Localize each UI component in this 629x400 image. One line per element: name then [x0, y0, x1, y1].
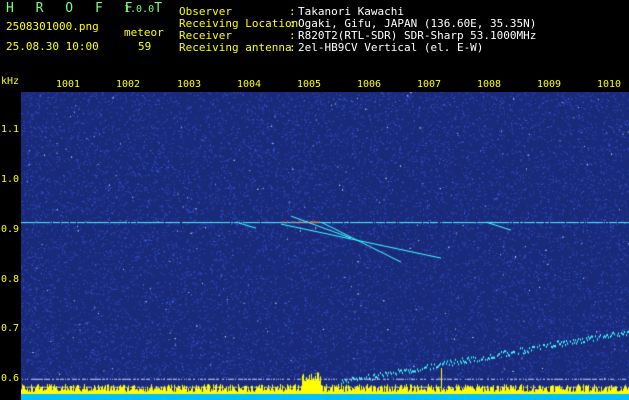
filename: 2508301000.png: [6, 20, 99, 33]
antenna-sep: :: [289, 41, 296, 54]
antenna-value: 2el-HB9CV Vertical (el. E-W): [298, 41, 484, 54]
meteor-label: meteor: [124, 26, 164, 39]
x-tick-label: 1009: [536, 79, 562, 90]
x-tick-label: 1003: [176, 79, 202, 90]
x-tick-label: 1007: [416, 79, 442, 90]
hroft-window: H R O F F T 1.0.0 2508301000.png 25.08.3…: [0, 0, 629, 400]
y-tick-label: 0.8: [1, 274, 20, 285]
x-tick-label: 1010: [596, 79, 622, 90]
x-tick-label: 1002: [115, 79, 141, 90]
y-axis-label: kHz: [1, 76, 20, 87]
y-tick-label: 1.0: [1, 174, 20, 185]
meteor-count: 59: [138, 40, 152, 53]
x-tick-label: 1001: [55, 79, 81, 90]
x-tick-label: 1005: [296, 79, 322, 90]
x-tick-label: 1008: [476, 79, 502, 90]
y-tick-label: 1.1: [1, 124, 20, 135]
antenna-label: Receiving antenna: [179, 41, 292, 54]
x-tick-label: 1006: [356, 79, 382, 90]
y-tick-label: 0.7: [1, 323, 20, 334]
datetime: 25.08.30 10:00: [6, 40, 99, 53]
x-tick-label: 1004: [236, 79, 262, 90]
y-tick-label: 0.9: [1, 224, 20, 235]
app-version: 1.0.0: [124, 4, 155, 15]
y-tick-label: 0.6: [1, 373, 20, 384]
spectrogram-canvas: [21, 92, 629, 400]
